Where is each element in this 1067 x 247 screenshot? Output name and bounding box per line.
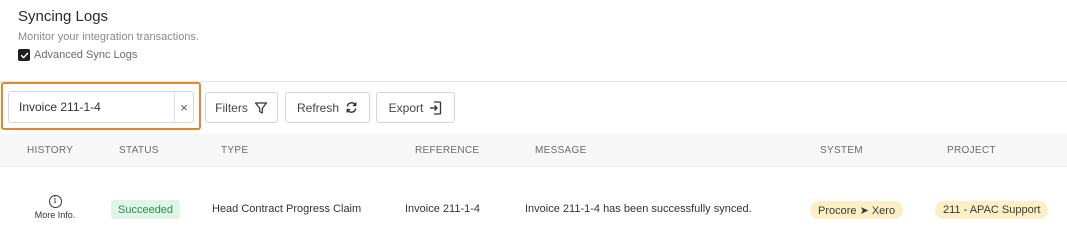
advanced-sync-logs-label: Advanced Sync Logs [34, 49, 138, 61]
refresh-arrows-icon [346, 102, 357, 113]
more-info-button[interactable]: i More Info. [30, 195, 80, 220]
cell-type: Head Contract Progress Claim [212, 203, 362, 215]
info-circle-icon: i [48, 195, 62, 208]
filter-funnel-icon [254, 101, 267, 114]
column-header-system[interactable]: SYSTEM [820, 145, 863, 156]
column-header-status[interactable]: STATUS [119, 145, 159, 156]
filters-button[interactable]: Filters [205, 92, 278, 123]
search-clear-button[interactable]: × [174, 92, 193, 122]
cell-message: Invoice 211-1-4 has been successfully sy… [525, 203, 752, 215]
project-badge: 211 - APAC Support [935, 201, 1049, 219]
close-icon: × [180, 99, 188, 115]
column-header-message[interactable]: MESSAGE [535, 145, 587, 156]
search-box: × [8, 91, 194, 123]
advanced-sync-logs-checkbox[interactable] [18, 49, 30, 61]
column-header-history[interactable]: HISTORY [27, 145, 73, 156]
column-header-reference[interactable]: REFERENCE [415, 145, 479, 156]
export-button-label: Export [388, 100, 424, 115]
check-icon [20, 52, 28, 58]
status-badge: Succeeded [111, 200, 181, 219]
refresh-button-label: Refresh [296, 100, 340, 115]
advanced-sync-logs-toggle[interactable]: Advanced Sync Logs [18, 49, 137, 61]
page-subtitle: Monitor your integration transactions. [18, 31, 199, 43]
cell-reference: Invoice 211-1-4 [405, 203, 481, 215]
search-input[interactable] [9, 92, 174, 122]
refresh-button[interactable]: Refresh [285, 92, 370, 123]
column-header-project[interactable]: PROJECT [947, 145, 996, 156]
column-header-type[interactable]: TYPE [221, 145, 248, 156]
more-info-label: More Info. [34, 210, 76, 220]
export-button[interactable]: Export [376, 92, 455, 123]
system-badge: Procore ➤ Xero [810, 201, 904, 219]
page-title: Syncing Logs [18, 8, 109, 25]
filters-button-label: Filters [215, 100, 248, 115]
table-header: HISTORY STATUS TYPE REFERENCE MESSAGE SY… [0, 134, 1067, 167]
export-file-icon [430, 100, 442, 115]
